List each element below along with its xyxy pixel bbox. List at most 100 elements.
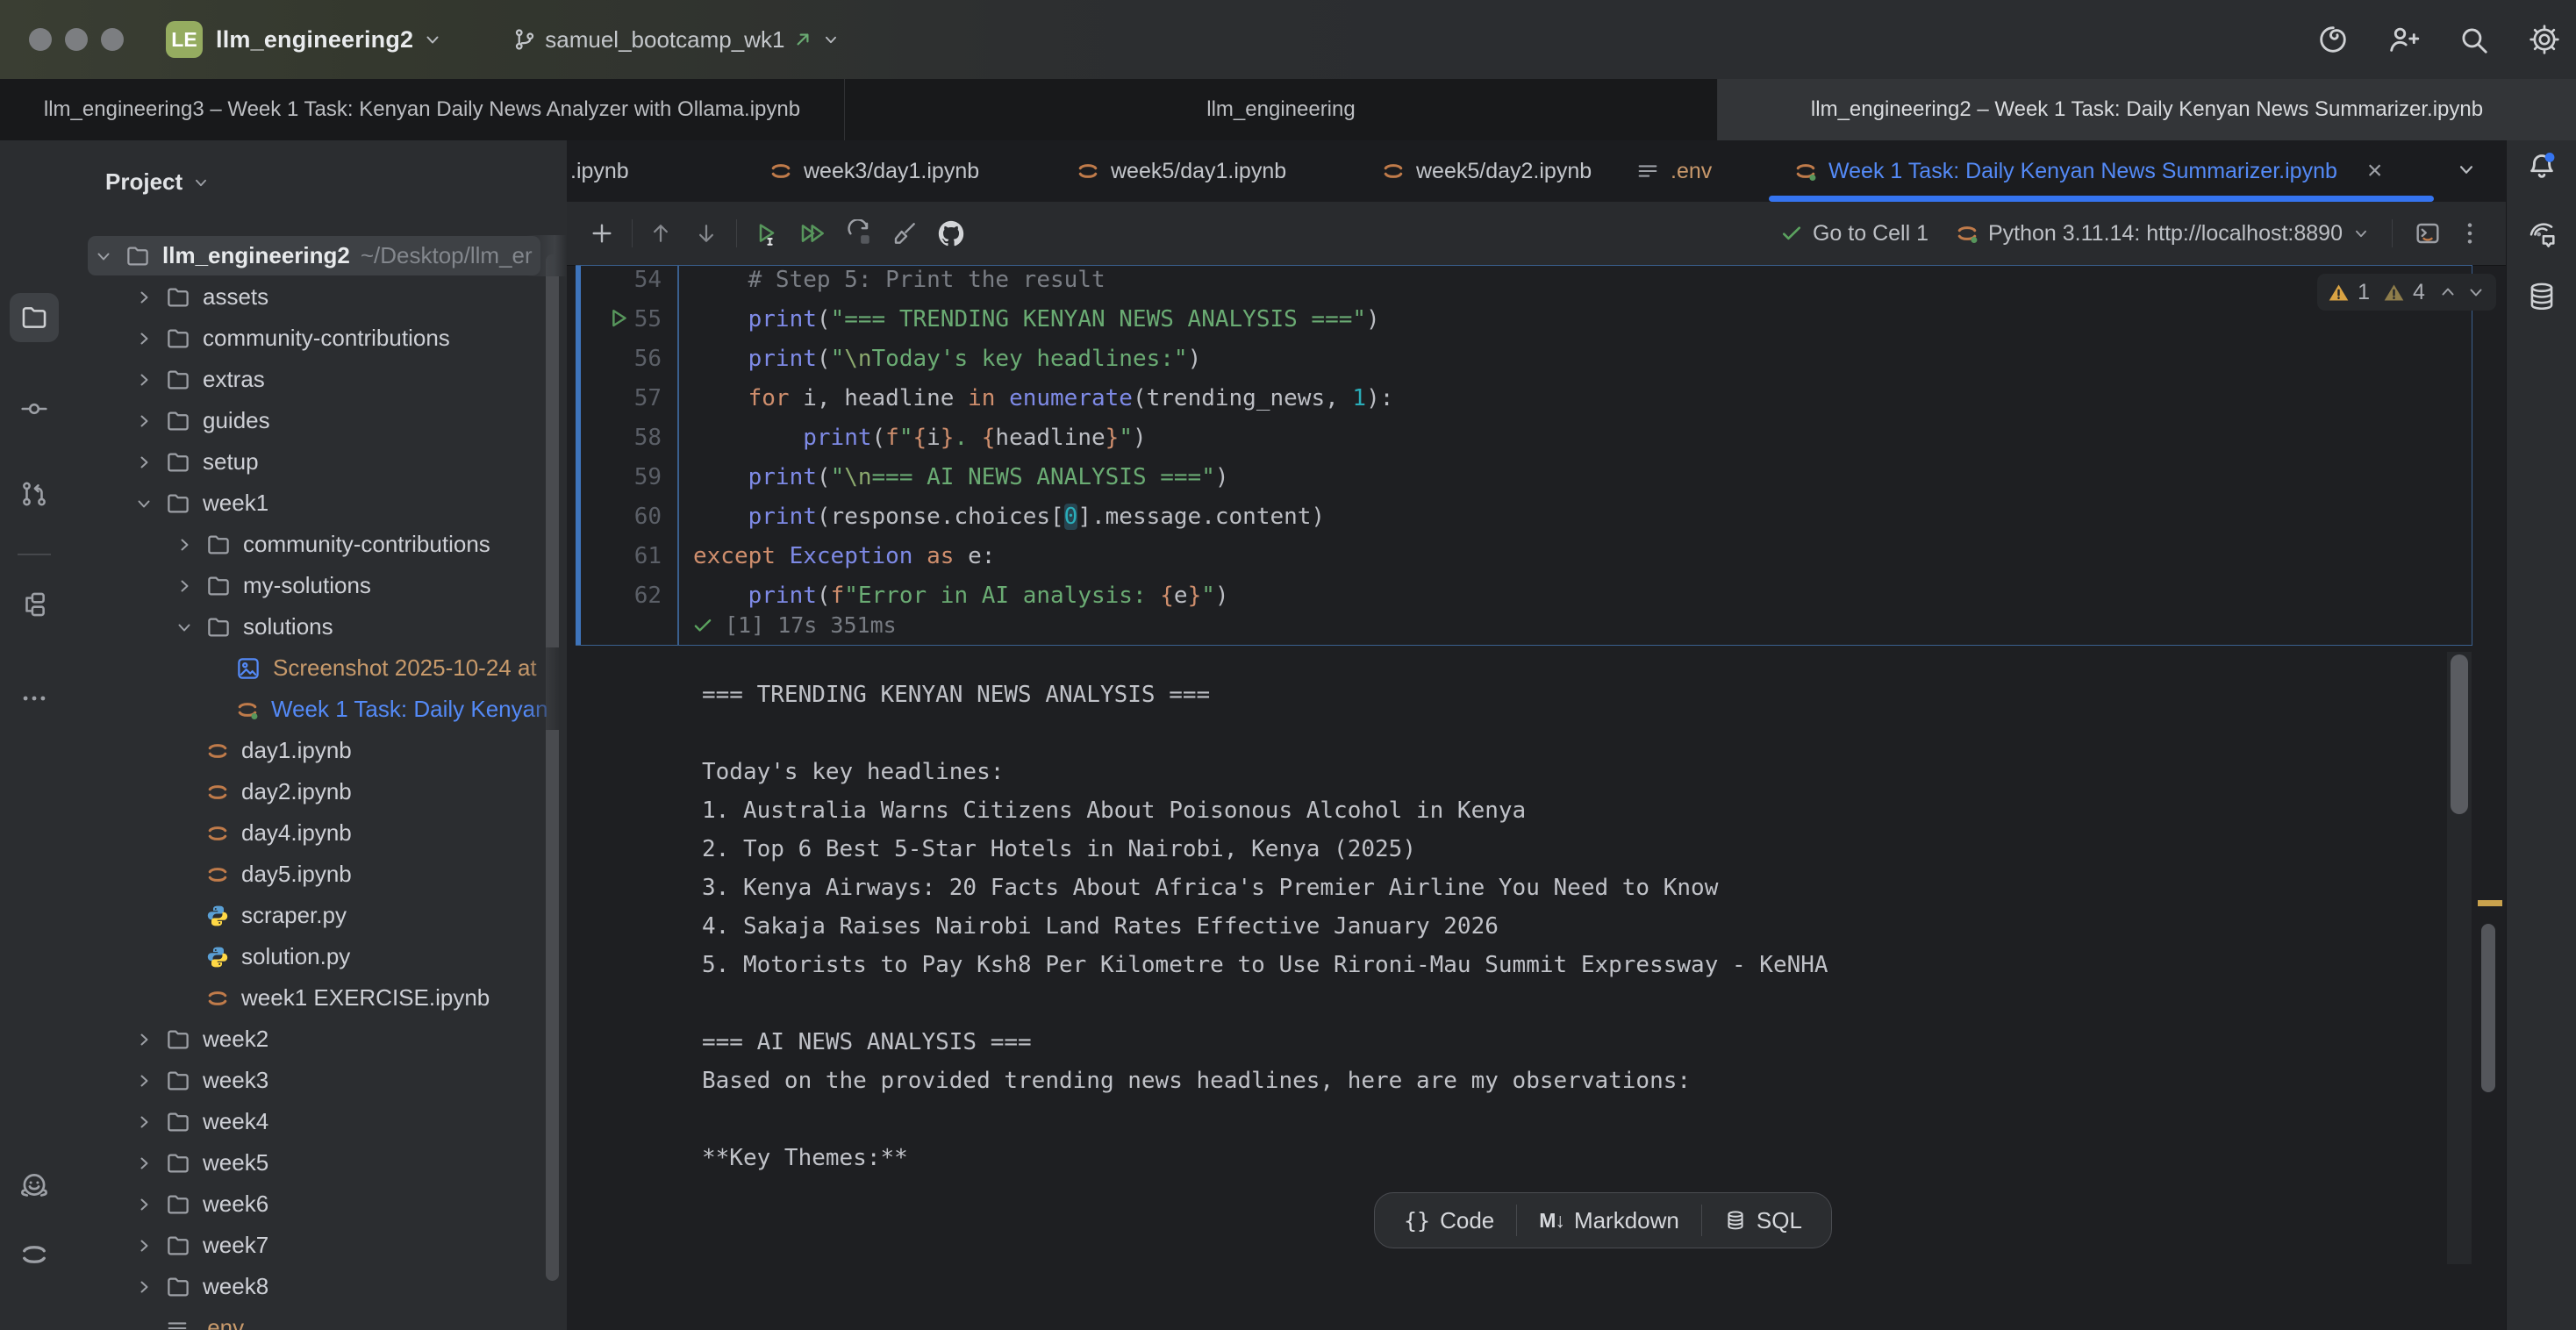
tree-item[interactable]: week5 bbox=[68, 1142, 567, 1183]
tree-item[interactable]: community-contributions bbox=[68, 318, 567, 359]
restart-kernel-button[interactable] bbox=[845, 219, 873, 247]
tree-item[interactable]: llm_engineering2~/Desktop/llm_er bbox=[68, 235, 567, 276]
database-tool-icon[interactable] bbox=[2525, 280, 2558, 313]
tree-item[interactable]: week3 bbox=[68, 1060, 567, 1101]
code-editor-text[interactable]: # Step 5: Print the result print("=== TR… bbox=[693, 265, 1393, 616]
tree-item[interactable]: week4 bbox=[68, 1101, 567, 1142]
tree-item[interactable]: Week 1 Task: Daily Kenyan bbox=[68, 689, 567, 730]
add-code-cell-button[interactable]: {}Code bbox=[1382, 1193, 1516, 1248]
settings-gear-icon[interactable] bbox=[2527, 22, 2562, 57]
tree-item[interactable]: community-contributions bbox=[68, 524, 567, 565]
tree-item[interactable]: guides bbox=[68, 400, 567, 441]
inspections-widget[interactable]: 1 4 bbox=[2317, 274, 2496, 311]
tree-item[interactable]: day1.ipynb bbox=[68, 730, 567, 771]
project-tool-button[interactable] bbox=[10, 293, 59, 342]
project-panel-header[interactable]: Project bbox=[105, 168, 211, 196]
ai-assistant-icon[interactable] bbox=[2316, 23, 2350, 56]
editor-tab[interactable]: week5/day1.ipynb bbox=[1076, 140, 1286, 202]
python-console-button[interactable] bbox=[10, 1298, 59, 1330]
zoom-window-button[interactable] bbox=[101, 28, 124, 51]
chevron-down-icon[interactable] bbox=[93, 246, 125, 267]
tab-list-chevron-icon[interactable] bbox=[2455, 158, 2478, 181]
editor-tab[interactable]: .ipynb bbox=[570, 140, 629, 202]
move-cell-up-button[interactable] bbox=[648, 220, 674, 247]
chevron-right-icon[interactable] bbox=[133, 1070, 165, 1091]
editor-tab[interactable]: .env bbox=[1635, 140, 1712, 202]
tree-item[interactable]: extras bbox=[68, 359, 567, 400]
chevron-right-icon[interactable] bbox=[133, 1029, 165, 1050]
huggingface-tool-button[interactable] bbox=[10, 1162, 59, 1211]
search-icon[interactable] bbox=[2457, 23, 2490, 56]
chevron-right-icon[interactable] bbox=[133, 1276, 165, 1298]
tree-item[interactable]: scraper.py bbox=[68, 895, 567, 936]
chevron-right-icon[interactable] bbox=[133, 328, 165, 349]
close-tab-icon[interactable]: × bbox=[2367, 158, 2383, 184]
chevron-right-icon[interactable] bbox=[133, 452, 165, 473]
go-to-cell-button[interactable]: Go to Cell 1 bbox=[1779, 221, 1928, 247]
next-problem-icon[interactable] bbox=[2465, 282, 2487, 303]
tree-item[interactable]: week1 EXERCISE.ipynb bbox=[68, 977, 567, 1019]
pull-requests-tool-button[interactable] bbox=[10, 469, 59, 518]
chevron-right-icon[interactable] bbox=[133, 1153, 165, 1174]
tree-item[interactable]: week8 bbox=[68, 1266, 567, 1307]
tree-item[interactable]: week1 bbox=[68, 483, 567, 524]
add-sql-cell-button[interactable]: SQL bbox=[1702, 1193, 1824, 1248]
tree-item[interactable]: day5.ipynb bbox=[68, 854, 567, 895]
more-tools-button[interactable] bbox=[10, 674, 59, 723]
run-all-cells-button[interactable] bbox=[798, 219, 826, 247]
chevron-right-icon[interactable] bbox=[133, 1235, 165, 1256]
chevron-right-icon[interactable] bbox=[133, 411, 165, 432]
tree-item[interactable]: assets bbox=[68, 276, 567, 318]
ai-search-icon[interactable] bbox=[2525, 218, 2558, 252]
minimize-window-button[interactable] bbox=[65, 28, 88, 51]
tree-item[interactable]: day2.ipynb bbox=[68, 771, 567, 812]
add-markdown-cell-button[interactable]: M↓Markdown bbox=[1517, 1193, 1701, 1248]
editor-tab[interactable]: week3/day1.ipynb bbox=[769, 140, 979, 202]
tree-item[interactable]: week2 bbox=[68, 1019, 567, 1060]
tree-item[interactable]: solution.py bbox=[68, 936, 567, 977]
chevron-right-icon[interactable] bbox=[174, 534, 205, 555]
tree-item[interactable]: setup bbox=[68, 441, 567, 483]
code-cell[interactable]: 545556575859606162 # Step 5: Print the r… bbox=[576, 265, 2472, 646]
tree-item[interactable]: solutions bbox=[68, 606, 567, 647]
kernel-selector[interactable]: Python 3.11.14: http://localhost:8890 bbox=[1955, 221, 2371, 247]
chevron-down-icon[interactable] bbox=[422, 29, 443, 50]
chevron-right-icon[interactable] bbox=[133, 1112, 165, 1133]
tree-item[interactable]: my-solutions bbox=[68, 565, 567, 606]
add-cell-button[interactable] bbox=[588, 219, 616, 247]
chevron-down-icon[interactable] bbox=[133, 493, 165, 514]
structure-tool-button[interactable] bbox=[10, 580, 59, 629]
chevron-right-icon[interactable] bbox=[133, 369, 165, 390]
run-line-gutter-icon[interactable] bbox=[605, 305, 632, 332]
commit-tool-button[interactable] bbox=[10, 384, 59, 433]
add-user-icon[interactable] bbox=[2386, 23, 2420, 56]
notifications-bell-icon[interactable] bbox=[2525, 150, 2558, 183]
run-cell-button[interactable] bbox=[752, 219, 780, 247]
tree-item[interactable]: day4.ipynb bbox=[68, 812, 567, 854]
tree-item[interactable]: .env bbox=[68, 1307, 567, 1330]
project-name[interactable]: llm_engineering2 bbox=[216, 26, 413, 54]
window-tab[interactable]: llm_engineering3 – Week 1 Task: Kenyan D… bbox=[0, 79, 845, 140]
close-window-button[interactable] bbox=[29, 28, 52, 51]
chevron-right-icon[interactable] bbox=[133, 1194, 165, 1215]
chevron-right-icon[interactable] bbox=[133, 287, 165, 308]
open-console-icon[interactable] bbox=[2414, 219, 2442, 247]
move-cell-down-button[interactable] bbox=[693, 220, 719, 247]
editor-tab[interactable]: week5/day2.ipynb bbox=[1381, 140, 1592, 202]
jupyter-tool-button[interactable] bbox=[10, 1230, 59, 1279]
window-tab[interactable]: llm_engineering bbox=[845, 79, 1718, 140]
tree-item[interactable]: week6 bbox=[68, 1183, 567, 1225]
chevron-down-icon[interactable] bbox=[174, 617, 205, 638]
git-branch-widget[interactable]: samuel_bootcamp_wk1 bbox=[512, 26, 841, 54]
window-tab[interactable]: llm_engineering2 – Week 1 Task: Daily Ke… bbox=[1718, 79, 2576, 140]
chevron-right-icon[interactable] bbox=[174, 576, 205, 597]
tree-item[interactable]: Screenshot 2025-10-24 at bbox=[68, 647, 567, 689]
editor-scrollbar-thumb[interactable] bbox=[2481, 924, 2495, 1092]
editor-tab-active[interactable]: Week 1 Task: Daily Kenyan News Summarize… bbox=[1793, 140, 2382, 202]
tree-item[interactable]: week7 bbox=[68, 1225, 567, 1266]
output-scrollbar-thumb[interactable] bbox=[2451, 654, 2468, 814]
scrollbar-warning-mark[interactable] bbox=[2478, 900, 2502, 906]
github-button[interactable] bbox=[936, 218, 966, 248]
kebab-menu-icon[interactable] bbox=[2456, 219, 2484, 247]
project-scrollbar-thumb[interactable] bbox=[546, 254, 559, 1281]
